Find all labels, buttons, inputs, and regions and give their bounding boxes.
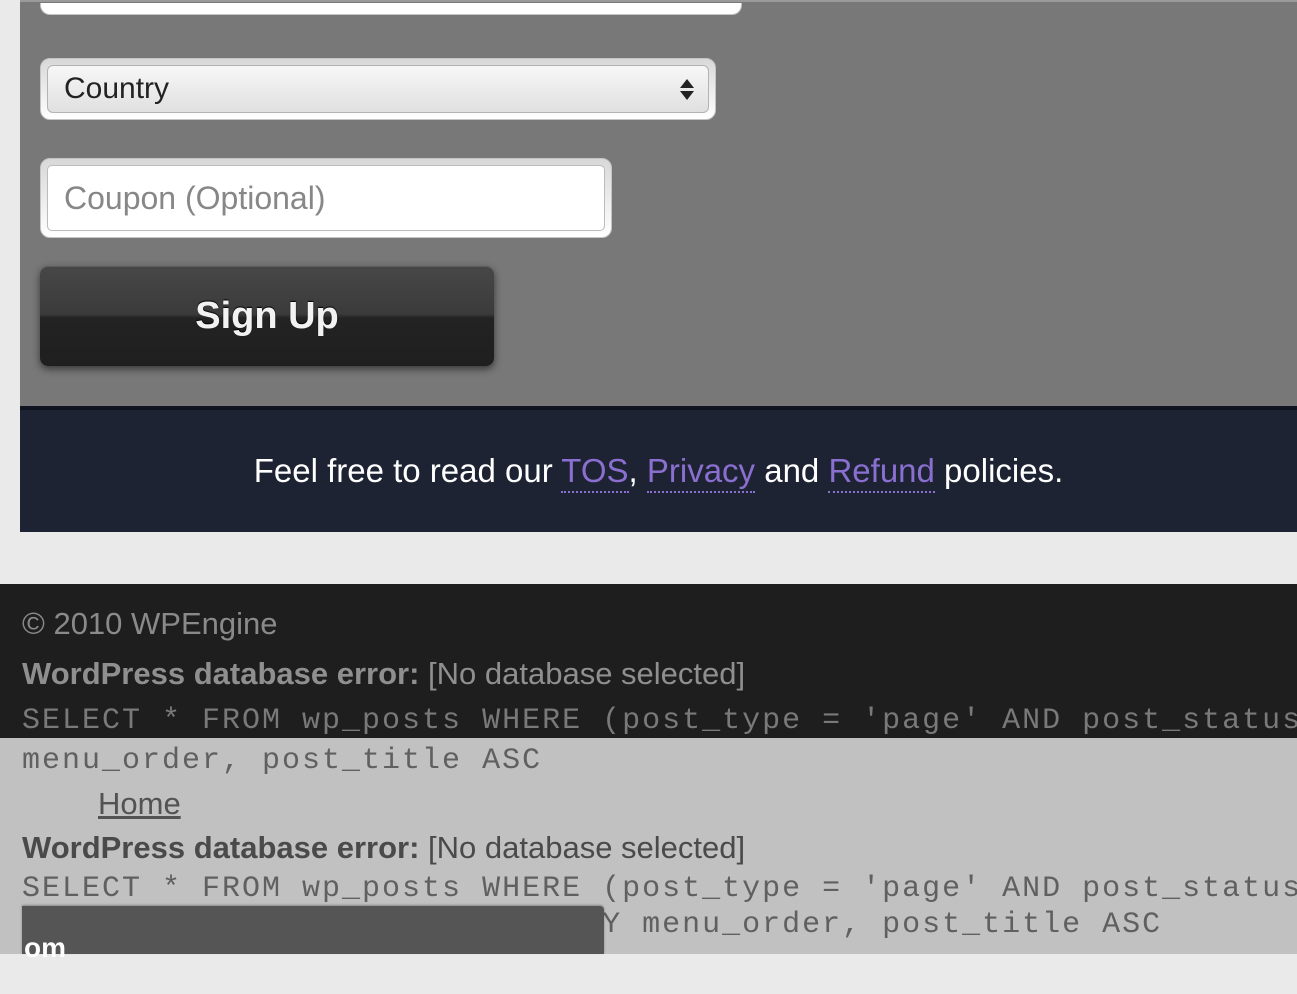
- sql-query-1b: menu_order, post_title ASC: [22, 738, 1297, 778]
- footer-light: menu_order, post_title ASC Home WordPres…: [0, 738, 1297, 954]
- coupon-field-wrap: [40, 158, 612, 238]
- bottom-strip: ID = 77 OR ID = 112 ) ORDER BY menu_orde…: [22, 906, 1297, 954]
- privacy-link[interactable]: Privacy: [647, 452, 755, 493]
- footer-dark: © 2010 WPEngine WordPress database error…: [0, 584, 1297, 738]
- tos-link[interactable]: TOS: [561, 452, 628, 493]
- signup-button[interactable]: Sign Up: [40, 266, 494, 366]
- db-error-2: WordPress database error: [No database s…: [22, 830, 1297, 866]
- db-error-1: WordPress database error: [No database s…: [22, 656, 1297, 692]
- policy-suffix: policies.: [935, 452, 1063, 489]
- policy-sep2: and: [755, 452, 828, 489]
- wp-error-label-1: WordPress database error:: [22, 656, 419, 691]
- select-arrows-icon: [680, 79, 694, 100]
- sql-query-2a: SELECT * FROM wp_posts WHERE (post_type …: [22, 872, 1297, 906]
- signup-form-area: Country Sign Up: [20, 0, 1297, 406]
- wp-error-label-2: WordPress database error:: [22, 830, 419, 865]
- country-select-wrap: Country: [40, 58, 716, 120]
- sql-query-1a: SELECT * FROM wp_posts WHERE (post_type …: [22, 704, 1297, 738]
- browser-tab-overlay: om: [22, 906, 604, 954]
- content-gap: [0, 532, 1297, 584]
- coupon-input[interactable]: [47, 165, 605, 231]
- country-select-label: Country: [64, 72, 169, 106]
- copyright-text: © 2010 WPEngine: [22, 606, 1297, 642]
- policy-bar: Feel free to read our TOS, Privacy and R…: [20, 406, 1297, 532]
- refund-link[interactable]: Refund: [828, 452, 934, 493]
- tab-fragment-text: om: [24, 932, 66, 964]
- policy-text-prefix: Feel free to read our: [254, 452, 562, 489]
- home-link[interactable]: Home: [98, 786, 181, 822]
- wp-error-msg-1: [No database selected]: [419, 656, 745, 691]
- previous-field-remnant: [40, 3, 742, 15]
- country-select[interactable]: Country: [47, 65, 709, 113]
- wp-error-msg-2: [No database selected]: [419, 830, 745, 865]
- policy-sep1: ,: [629, 452, 647, 489]
